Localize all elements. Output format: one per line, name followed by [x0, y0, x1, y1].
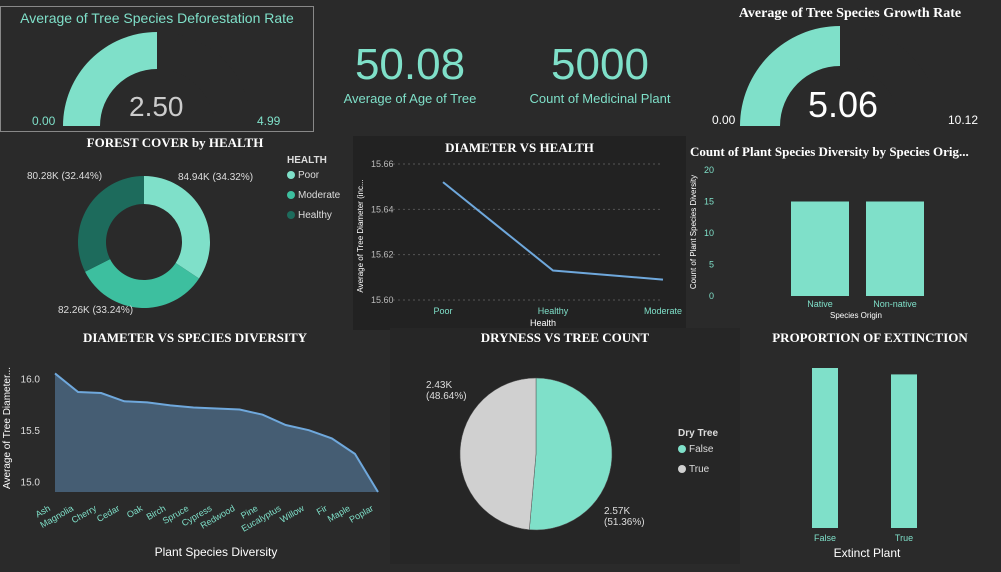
- forest-slice-poor: [144, 176, 210, 279]
- legend-dot-icon: [287, 211, 295, 220]
- forest-label-healthy: 80.28K (32.44%): [27, 171, 103, 182]
- y-axis-label: Average of Tree Diameter...: [2, 367, 13, 489]
- forest-cover-panel: FOREST COVER by HEALTH 84.94K (34.32%) 8…: [0, 132, 352, 328]
- forest-legend-moderate[interactable]: Moderate: [287, 190, 340, 201]
- x-tick-label: Poor: [433, 306, 452, 316]
- x-axis-label: Health: [530, 318, 556, 328]
- y-tick-label: 15.0: [21, 478, 41, 489]
- bar-native: [791, 201, 849, 296]
- x-tick-label: Non-native: [873, 299, 917, 309]
- diameter-health-panel: DIAMETER VS HEALTH 15.60 15.62 15.64 15.66 P…: [353, 136, 686, 330]
- dryness-legend-false[interactable]: False: [678, 444, 713, 455]
- y-tick-label: 15.64: [371, 204, 394, 214]
- forest-label-moderate: 82.26K (33.24%): [58, 305, 134, 316]
- x-tick-label: Moderate: [644, 306, 682, 316]
- diameter-species-panel: DIAMETER VS SPECIES DIVERSITY 15.0 15.5 16…: [0, 328, 390, 564]
- x-tick-label: Cedar: [95, 503, 121, 524]
- forest-legend-title: HEALTH: [287, 155, 327, 166]
- x-tick-label: Cherry: [70, 503, 99, 525]
- forest-legend-poor[interactable]: Poor: [287, 170, 319, 181]
- legend-dot-icon: [287, 191, 295, 200]
- diameter-health-chart: 15.60 15.62 15.64 15.66 Poor Healthy Moderate H…: [356, 159, 682, 328]
- bar-false: [812, 368, 838, 528]
- x-tick-label: False: [814, 533, 836, 543]
- gauge-growth-value: 5.06: [808, 84, 879, 125]
- dryness-label-false: 2.57K (51.36%): [604, 506, 645, 528]
- legend-dot-icon: [678, 445, 686, 454]
- dryness-slice-false: [529, 377, 613, 531]
- x-axis-label: Plant Species Diversity: [155, 545, 278, 559]
- legend-dot-icon: [287, 171, 295, 180]
- series-area: [55, 373, 378, 492]
- kpi-age-value: 50.08: [354, 40, 466, 89]
- gauge-deforestation-max: 4.99: [257, 114, 281, 128]
- y-axis-label: Count of Plant Species Diversity: [689, 175, 698, 289]
- diameter-species-chart: 15.015.516.0AshMagnoliaCherryCedar Oak Bir…: [2, 367, 379, 559]
- y-tick-label: 15: [704, 197, 714, 207]
- kpi-medicinal-value: 5000: [551, 40, 649, 89]
- x-tick-label: Oak: [125, 503, 145, 520]
- gauge-growth-panel: Average of Tree Species Growth Rate 0.00…: [700, 0, 1000, 132]
- gauge-growth-min: 0.00: [712, 113, 736, 127]
- gauge-deforestation-panel: Average of Tree Species Deforestation Ra…: [0, 6, 314, 132]
- forest-slice-healthy: [78, 176, 144, 272]
- x-tick-label: Poplar: [347, 503, 375, 525]
- gauge-growth-max: 10.12: [948, 113, 979, 127]
- dryness-legend-true[interactable]: True: [678, 464, 709, 475]
- x-tick-label: Native: [807, 299, 833, 309]
- y-axis-label: Average of Tree Diameter (inc...: [356, 179, 365, 292]
- extinction-panel: PROPORTION OF EXTINCTION False True Extinc…: [740, 328, 1000, 564]
- kpi-medicinal-caption: Count of Medicinal Plant: [529, 91, 671, 106]
- dryness-label-true: 2.43K (48.64%): [426, 380, 467, 402]
- gauge-deforestation-value: 2.50: [129, 91, 184, 122]
- y-tick-label: 15.66: [371, 159, 394, 169]
- x-axis-label: Extinct Plant: [834, 546, 901, 560]
- gauge-deforestation-min: 0.00: [32, 114, 56, 128]
- diversity-origin-panel: Count of Plant Species Diversity by Spec…: [686, 136, 1000, 330]
- x-tick-label: True: [895, 533, 913, 543]
- forest-label-poor: 84.94K (34.32%): [178, 172, 254, 183]
- x-tick-label: Willow: [278, 503, 306, 525]
- extinction-chart: False True Extinct Plant: [812, 368, 917, 560]
- y-tick-label: 15.60: [371, 295, 394, 305]
- forest-legend-healthy[interactable]: Healthy: [287, 210, 332, 221]
- kpi-age-caption: Average of Age of Tree: [343, 91, 477, 106]
- x-tick-label: Maple: [326, 503, 352, 524]
- dryness-legend-title: Dry Tree: [678, 428, 719, 439]
- y-tick-label: 0: [709, 291, 714, 301]
- series-line: [442, 181, 664, 281]
- x-axis-label: Species Origin: [830, 311, 882, 320]
- legend-dot-icon: [678, 465, 686, 474]
- y-tick-label: 20: [704, 165, 714, 175]
- diversity-origin-chart: 0 5 10 15 20 Native Non-native Species Origin Co…: [689, 165, 924, 320]
- y-tick-label: 16.0: [21, 375, 41, 386]
- y-tick-label: 15.62: [371, 250, 394, 260]
- y-tick-label: 10: [704, 228, 714, 238]
- dryness-panel: DRYNESS VS TREE COUNT 2.57K (51.36%) 2.4…: [390, 328, 740, 564]
- y-tick-label: 5: [709, 260, 714, 270]
- x-tick-label: Healthy: [538, 306, 569, 316]
- y-tick-label: 15.5: [21, 426, 41, 437]
- bar-non-native: [866, 201, 924, 296]
- bar-true: [891, 374, 917, 528]
